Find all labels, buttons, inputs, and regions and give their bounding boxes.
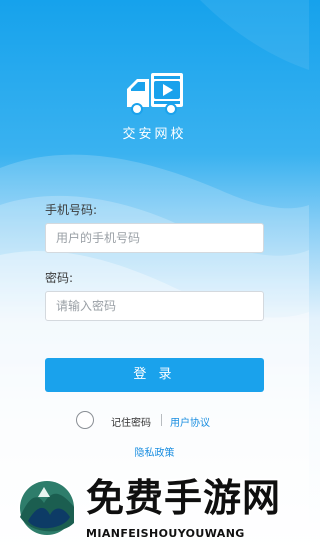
password-input[interactable] [45, 291, 264, 321]
privacy-policy-label[interactable]: 隐私政策 [135, 448, 175, 459]
watermark-text: 免费手游网 [86, 475, 282, 520]
login-button[interactable]: 登 录 [45, 358, 264, 392]
app-title: 交安网校 [122, 127, 187, 142]
user-agreement-link[interactable]: 用户协议 [170, 414, 210, 429]
remember-password-label[interactable]: 记住密码 [111, 414, 151, 429]
phone-label: 手机号码: [45, 203, 98, 217]
phone-input[interactable] [45, 223, 264, 253]
password-label: 密码: [45, 271, 74, 285]
options-divider [161, 414, 162, 426]
remember-password-radio[interactable] [76, 411, 94, 429]
truck-video-icon [127, 73, 183, 115]
privacy-policy-link[interactable]: 隐私政策 [0, 444, 309, 459]
watermark-subtext: MIANFEISHOUYOUWANG [86, 527, 245, 540]
mountain-logo-icon [18, 479, 76, 537]
